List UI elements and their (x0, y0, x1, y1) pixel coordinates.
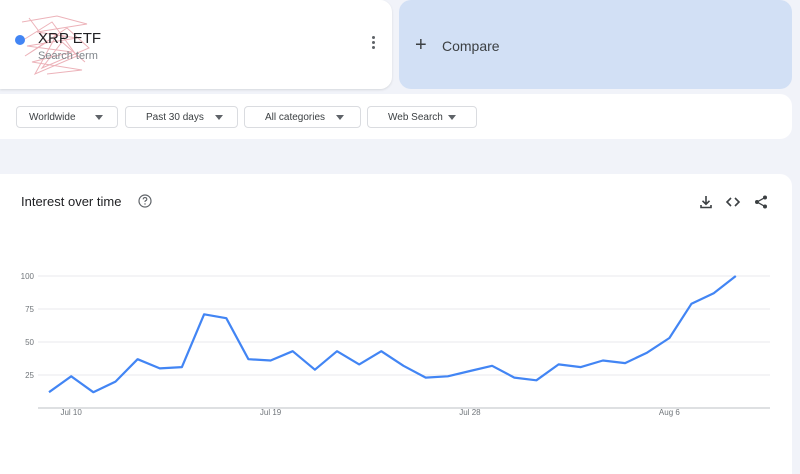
filter-search-type-label: Web Search (388, 111, 443, 123)
embed-icon[interactable] (725, 194, 741, 210)
compare-label[interactable]: Compare (442, 38, 500, 54)
y-tick-label: 75 (25, 305, 34, 314)
plus-icon: + (415, 34, 427, 56)
y-tick-label: 25 (25, 371, 34, 380)
filter-time-range[interactable]: Past 30 days (125, 106, 238, 128)
x-tick-label: Jul 10 (60, 408, 82, 417)
x-tick-label: Aug 6 (659, 408, 680, 417)
help-icon[interactable] (138, 194, 152, 208)
share-icon[interactable] (753, 194, 769, 210)
series-color-dot (15, 35, 25, 45)
filter-search-type[interactable]: Web Search (367, 106, 477, 128)
chevron-down-icon (448, 115, 456, 120)
chart-title: Interest over time (21, 194, 122, 209)
download-icon[interactable] (698, 194, 714, 210)
more-options-icon[interactable] (367, 36, 379, 54)
y-tick-label: 50 (25, 338, 34, 347)
chevron-down-icon (95, 115, 103, 120)
x-tick-label: Jul 19 (260, 408, 282, 417)
chevron-down-icon (336, 115, 344, 120)
filter-region-label: Worldwide (29, 111, 76, 123)
filter-category[interactable]: All categories (244, 106, 361, 128)
search-term-name[interactable]: XRP ETF (38, 30, 101, 47)
chevron-down-icon (215, 115, 223, 120)
filter-time-range-label: Past 30 days (146, 111, 204, 123)
filter-category-label: All categories (265, 111, 326, 123)
search-term-type: Search term (38, 50, 98, 62)
filter-region[interactable]: Worldwide (16, 106, 118, 128)
y-tick-label: 100 (21, 272, 35, 281)
interest-over-time-chart: 25 50 75 100 Jul 10 Jul 19 Jul 28 Aug 6 (21, 272, 770, 417)
x-tick-label: Jul 28 (459, 408, 481, 417)
